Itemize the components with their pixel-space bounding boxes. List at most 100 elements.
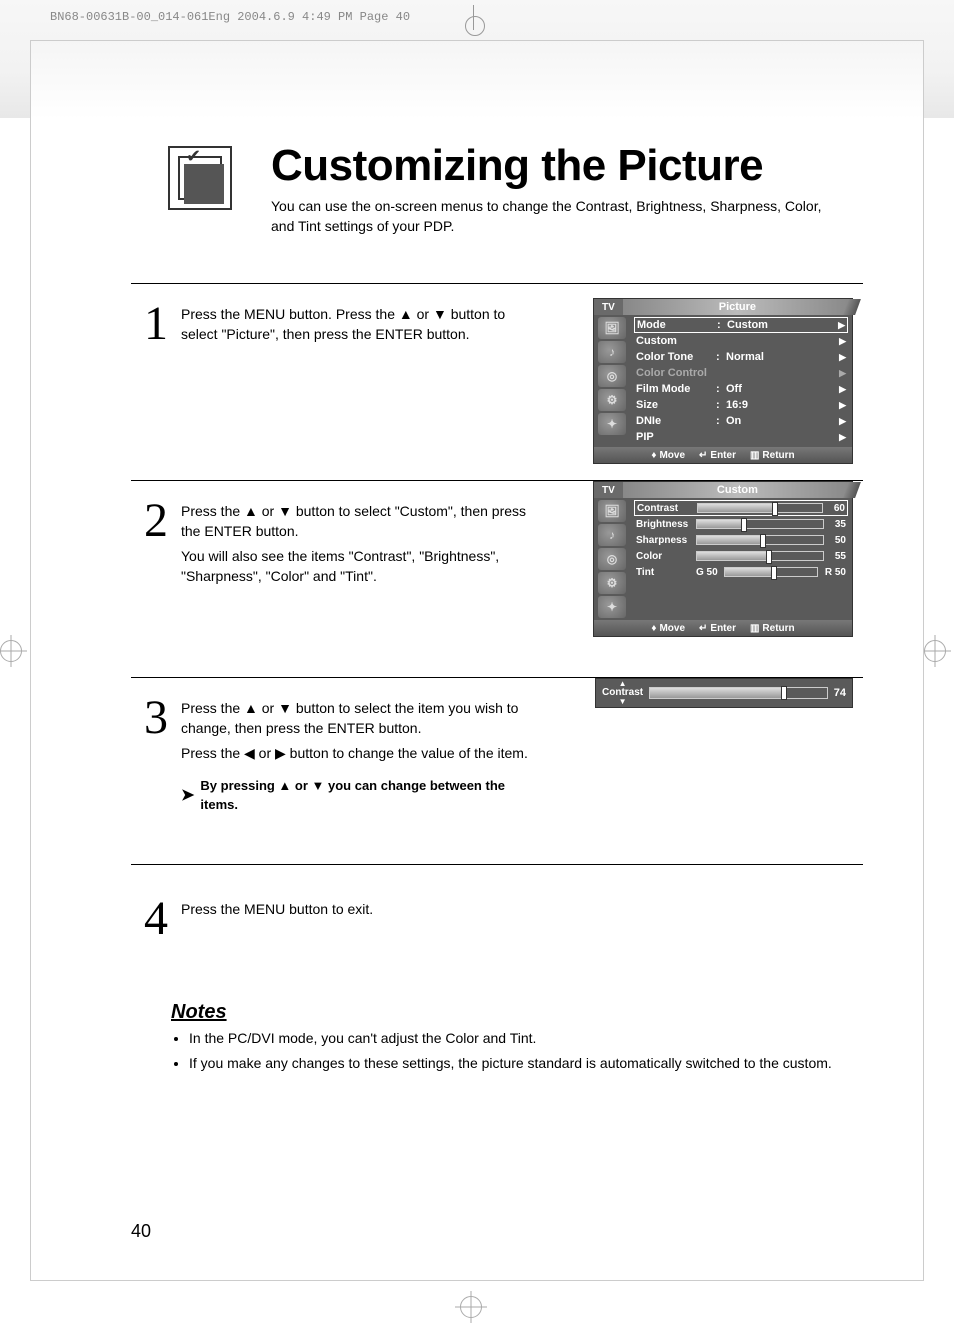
osd-row-value: Custom: [727, 319, 838, 331]
tv-icon: [168, 146, 232, 210]
osd-category-icons: 🖼 ♪ ◎ ⚙ ✦: [594, 315, 630, 447]
crop-mark-bottom: [460, 1296, 490, 1316]
function-cat-icon: ✦: [598, 413, 626, 435]
osd-row-value: Normal: [726, 351, 839, 363]
slider-label: Sharpness: [636, 535, 692, 546]
crop-mark-top: [460, 10, 490, 30]
osd-colon: :: [717, 319, 727, 331]
page-title: Customizing the Picture: [271, 141, 863, 191]
osd-row-label: Size: [636, 399, 716, 411]
slider-label: Contrast: [637, 503, 693, 514]
osd-colon: :: [716, 351, 726, 363]
chevron-right-icon: ▶: [839, 336, 846, 347]
notes-section: Notes In the PC/DVI mode, you can't adju…: [171, 1001, 863, 1078]
slider-pre: G 50: [696, 567, 720, 578]
osd-slider-row: Brightness 35: [634, 516, 848, 532]
return-icon: ▥: [750, 450, 759, 461]
enter-icon: ↵: [699, 450, 707, 461]
osd-slider-row: Contrast 60: [634, 500, 848, 516]
osd-picture: TV Picture 🖼 ♪ ◎ ⚙ ✦ Mode:Custom▶Custom▶…: [593, 298, 853, 464]
osd-row-value: Off: [726, 383, 839, 395]
channel-cat-icon: ◎: [598, 365, 626, 387]
slider-track: [696, 551, 824, 561]
osd-footer: ♦Move ↵Enter ▥Return: [594, 620, 852, 636]
osd-row-value: On: [726, 415, 839, 427]
osd-row-label: Film Mode: [636, 383, 716, 395]
chevron-right-icon: ▶: [839, 384, 846, 395]
osd-menu-row: Mode:Custom▶: [634, 317, 848, 333]
pointer-arrow-icon: ➤: [181, 784, 194, 807]
slider-label: Brightness: [636, 519, 692, 530]
updown-icon: ♦: [651, 623, 656, 634]
slider-track: [697, 503, 823, 513]
step-text: Press the ◀ or ▶ button to change the va…: [181, 743, 531, 763]
osd-menu-row: DNIe:On▶: [634, 413, 848, 429]
setup-cat-icon: ⚙: [598, 572, 626, 594]
page-number: 40: [131, 1221, 151, 1242]
chevron-right-icon: ▶: [838, 320, 845, 331]
step-text: Press the ▲ or ▼ button to select the it…: [181, 698, 531, 739]
osd-row-label: Color Control: [636, 367, 716, 379]
chevron-right-icon: ▶: [839, 416, 846, 427]
slider-value: 35: [828, 519, 846, 530]
slider-value: 60: [827, 503, 845, 514]
osd-slider-row: Sharpness 50: [634, 532, 848, 548]
osd-title: Picture: [623, 299, 852, 315]
notes-list: In the PC/DVI mode, you can't adjust the…: [171, 1028, 863, 1074]
osd-row-label: Custom: [636, 335, 716, 347]
osd-tv-label: TV: [594, 482, 623, 498]
note-item: In the PC/DVI mode, you can't adjust the…: [189, 1028, 863, 1049]
step-text: Press the MENU button to exit.: [181, 899, 531, 919]
slider-track: [649, 687, 828, 699]
osd-menu-row: Film Mode:Off▶: [634, 381, 848, 397]
sound-cat-icon: ♪: [598, 524, 626, 546]
osd-menu-row: Size:16:9▶: [634, 397, 848, 413]
slider-value: 55: [828, 551, 846, 562]
slider-value: 74: [834, 687, 846, 699]
osd-slider-row: Color55: [634, 548, 848, 564]
note-item: If you make any changes to these setting…: [189, 1053, 863, 1074]
slider-value: 50: [828, 535, 846, 546]
osd-rows: Contrast 60 Brightness 35 Sharpness 50 Color55…: [630, 498, 852, 620]
slider-track: [696, 519, 824, 529]
step-text: You will also see the items "Contrast", …: [181, 546, 531, 587]
channel-cat-icon: ◎: [598, 548, 626, 570]
osd-menu-row: Custom ▶: [634, 333, 848, 349]
osd-colon: :: [716, 415, 726, 427]
osd-row-label: PIP: [636, 431, 716, 443]
down-arrow-icon: ▼: [619, 698, 627, 706]
osd-row-label: DNIe: [636, 415, 716, 427]
osd-custom: TV Custom 🖼 ♪ ◎ ⚙ ✦ Contrast 60 Brightness…: [593, 481, 853, 637]
page-subtitle: You can use the on-screen menus to chang…: [271, 197, 831, 236]
updown-icon: ♦: [651, 450, 656, 461]
osd-rows: Mode:Custom▶Custom▶Color Tone:Normal▶Col…: [630, 315, 852, 447]
osd-row-label: Mode: [637, 319, 717, 331]
hint: ➤ By pressing ▲ or ▼ you can change betw…: [181, 777, 531, 815]
osd-menu-row: Color Control▶: [634, 365, 848, 381]
return-icon: ▥: [750, 623, 759, 634]
slider-track: [724, 567, 818, 577]
step-3: 3 Press the ▲ or ▼ button to select the …: [131, 678, 863, 864]
step-number: 2: [131, 499, 181, 542]
osd-row-value: 16:9: [726, 399, 839, 411]
osd-row-label: Color Tone: [636, 351, 716, 363]
osd-colon: :: [716, 383, 726, 395]
hint-text: By pressing ▲ or ▼ you can change betwee…: [200, 777, 531, 815]
setup-cat-icon: ⚙: [598, 389, 626, 411]
osd-bar-label: ▲ Contrast ▼: [602, 680, 643, 706]
slider-label: Tint: [636, 567, 692, 578]
osd-category-icons: 🖼 ♪ ◎ ⚙ ✦: [594, 498, 630, 620]
osd-footer: ♦Move ↵Enter ▥Return: [594, 447, 852, 463]
step-number: 3: [131, 696, 181, 739]
function-cat-icon: ✦: [598, 596, 626, 618]
picture-cat-icon: 🖼: [598, 500, 626, 522]
chevron-right-icon: ▶: [839, 432, 846, 443]
osd-tv-label: TV: [594, 299, 623, 315]
page: Customizing the Picture You can use the …: [30, 40, 924, 1281]
osd-title: Custom: [623, 482, 852, 498]
notes-heading: Notes: [171, 1001, 863, 1024]
osd-contrast-bar: ▲ Contrast ▼ 74: [595, 678, 853, 708]
osd-menu-row: Color Tone:Normal▶: [634, 349, 848, 365]
step-number: 4: [131, 897, 181, 940]
print-header: BN68-00631B-00_014-061Eng 2004.6.9 4:49 …: [50, 10, 410, 24]
